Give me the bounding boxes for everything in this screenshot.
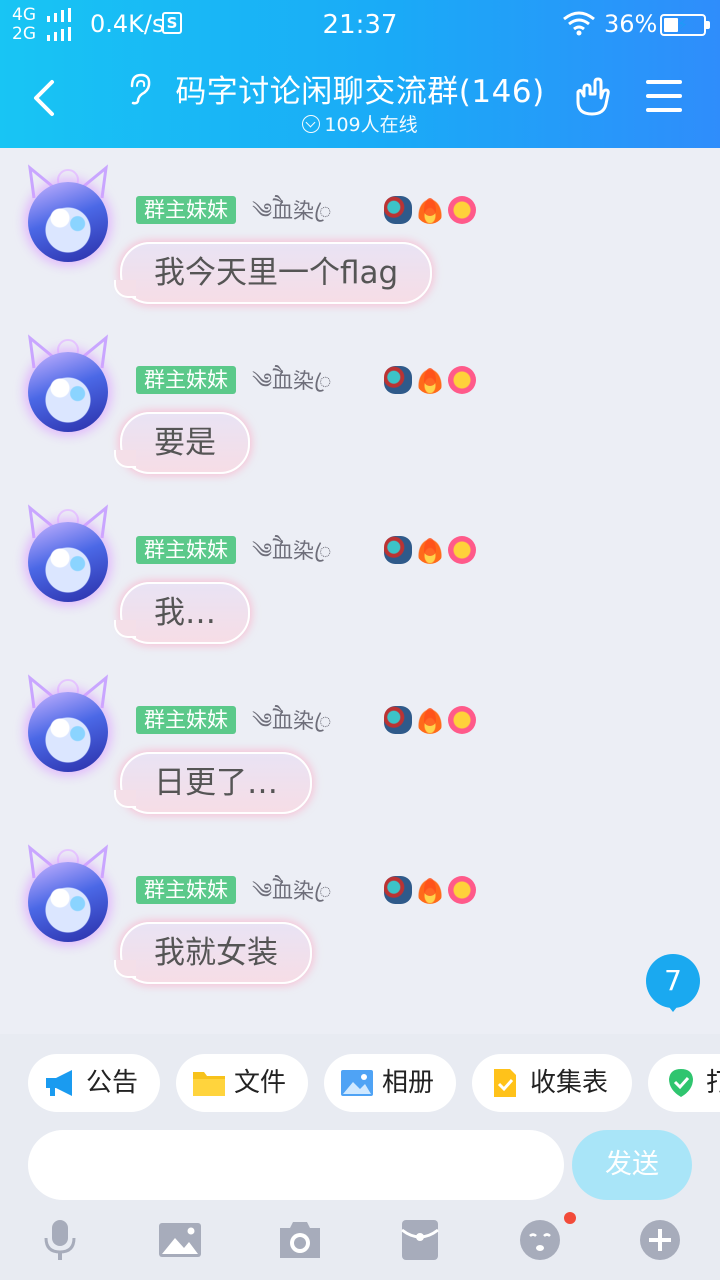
user-badges — [384, 876, 480, 906]
fire-badge-icon — [416, 366, 444, 394]
dragon-badge-icon — [384, 706, 412, 734]
chip-label: 收集表 — [530, 1068, 609, 1098]
battery-icon: ⚡ — [660, 14, 710, 36]
avatar[interactable] — [28, 182, 108, 262]
chevron-down-icon — [302, 115, 321, 133]
user-badges — [384, 196, 480, 226]
message-bubble[interactable]: 日更了… — [114, 752, 312, 814]
sender-nickname[interactable]: ༄ཻ血染ꦿ — [252, 706, 332, 736]
image-icon[interactable] — [158, 1218, 202, 1262]
unread-count-badge[interactable]: 7 — [646, 954, 700, 1012]
form-chip[interactable]: 收集表 — [472, 1054, 632, 1112]
menu-icon[interactable] — [646, 80, 682, 112]
message-bubble[interactable]: 要是 — [114, 412, 250, 474]
shield-check-icon — [669, 1069, 693, 1097]
flower-badge-icon — [448, 706, 476, 734]
user-badges — [384, 706, 480, 736]
message-bubble[interactable]: 我今天里一个flag — [113, 242, 433, 304]
folder-icon — [193, 1072, 225, 1096]
online-count-label: 109人在线 — [324, 114, 418, 136]
chip-label: 打 — [706, 1068, 720, 1098]
announcement-chip[interactable]: 公告 — [28, 1054, 160, 1112]
bottom-panel: 公告 文件 相册 收集表 打 发送 — [0, 1034, 720, 1280]
chat-message: 群主妹妹 ༄ཻ血染ꦿ 要是 — [0, 328, 720, 498]
battery-fill — [664, 18, 678, 32]
red-packet-icon[interactable] — [398, 1218, 442, 1262]
message-bubble[interactable]: 我… — [114, 582, 250, 644]
user-badges — [384, 366, 480, 396]
battery-percent: 36% — [604, 10, 658, 38]
dragon-badge-icon — [384, 196, 412, 224]
flower-badge-icon — [448, 196, 476, 224]
sender-nickname[interactable]: ༄ཻ血染ꦿ — [252, 366, 332, 396]
camera-icon[interactable] — [278, 1218, 322, 1262]
fire-badge-icon — [416, 536, 444, 564]
chat-message: 群主妹妹 ༄ཻ血染ꦿ 我就女装 — [0, 838, 720, 1008]
message-bubble[interactable]: 我就女装 — [114, 922, 312, 984]
avatar[interactable] — [28, 862, 108, 942]
input-toolbar — [0, 1218, 720, 1262]
avatar[interactable] — [28, 692, 108, 772]
role-tag: 群主妹妹 — [136, 876, 236, 904]
role-tag: 群主妹妹 — [136, 366, 236, 394]
chat-message: 群主妹妹 ༄ཻ血染ꦿ 我… — [0, 498, 720, 668]
avatar[interactable] — [28, 522, 108, 602]
hand-gesture-icon[interactable] — [572, 76, 614, 118]
microphone-icon[interactable] — [38, 1218, 82, 1262]
role-tag: 群主妹妹 — [136, 536, 236, 564]
status-bar: 4G 2G 0.4K/s S 21:37 36% ⚡ — [0, 0, 720, 50]
message-input-row: 发送 — [0, 1130, 720, 1200]
flower-badge-icon — [448, 536, 476, 564]
chip-label: 公告 — [86, 1068, 139, 1098]
chip-label: 文件 — [234, 1068, 287, 1098]
flower-badge-icon — [448, 876, 476, 904]
chip-label: 相册 — [382, 1068, 435, 1098]
wifi-icon — [563, 11, 595, 36]
fire-badge-icon — [416, 196, 444, 224]
form-icon — [494, 1069, 516, 1097]
dragon-badge-icon — [384, 876, 412, 904]
chat-message-list[interactable]: 群主妹妹 ༄ཻ血染ꦿ 我今天里一个flag 群主妹妹 ༄ཻ血染ꦿ 要是 群主妹妹… — [0, 148, 720, 1034]
dragon-badge-icon — [384, 366, 412, 394]
avatar[interactable] — [28, 352, 108, 432]
sender-nickname[interactable]: ༄ཻ血染ꦿ — [252, 876, 332, 906]
files-chip[interactable]: 文件 — [176, 1054, 308, 1112]
chat-title: 码字讨论闲聊交流群(146) — [175, 74, 545, 110]
flower-badge-icon — [448, 366, 476, 394]
quick-actions-bar[interactable]: 公告 文件 相册 收集表 打 — [0, 1054, 720, 1112]
send-button[interactable]: 发送 — [572, 1130, 692, 1200]
clock-in-chip[interactable]: 打 — [648, 1054, 720, 1112]
plus-icon[interactable] — [638, 1218, 682, 1262]
emoji-icon[interactable] — [518, 1218, 562, 1262]
dragon-badge-icon — [384, 536, 412, 564]
photo-album-icon — [341, 1070, 373, 1096]
message-input[interactable] — [28, 1130, 564, 1200]
album-chip[interactable]: 相册 — [324, 1054, 456, 1112]
fire-badge-icon — [416, 706, 444, 734]
notification-dot — [564, 1212, 576, 1224]
role-tag: 群主妹妹 — [136, 196, 236, 224]
chat-message: 群主妹妹 ༄ཻ血染ꦿ 我今天里一个flag — [0, 158, 720, 328]
charging-bolt-icon: ⚡ — [677, 15, 689, 34]
megaphone-icon — [46, 1070, 72, 1096]
sender-nickname[interactable]: ༄ཻ血染ꦿ — [252, 536, 332, 566]
role-tag: 群主妹妹 — [136, 706, 236, 734]
fire-badge-icon — [416, 876, 444, 904]
app-header: 4G 2G 0.4K/s S 21:37 36% ⚡ 码字讨论闲聊交流群(146… — [0, 0, 720, 148]
chat-message: 群主妹妹 ༄ཻ血染ꦿ 日更了… — [0, 668, 720, 838]
user-badges — [384, 536, 480, 566]
sender-nickname[interactable]: ༄ཻ血染ꦿ — [252, 196, 332, 226]
